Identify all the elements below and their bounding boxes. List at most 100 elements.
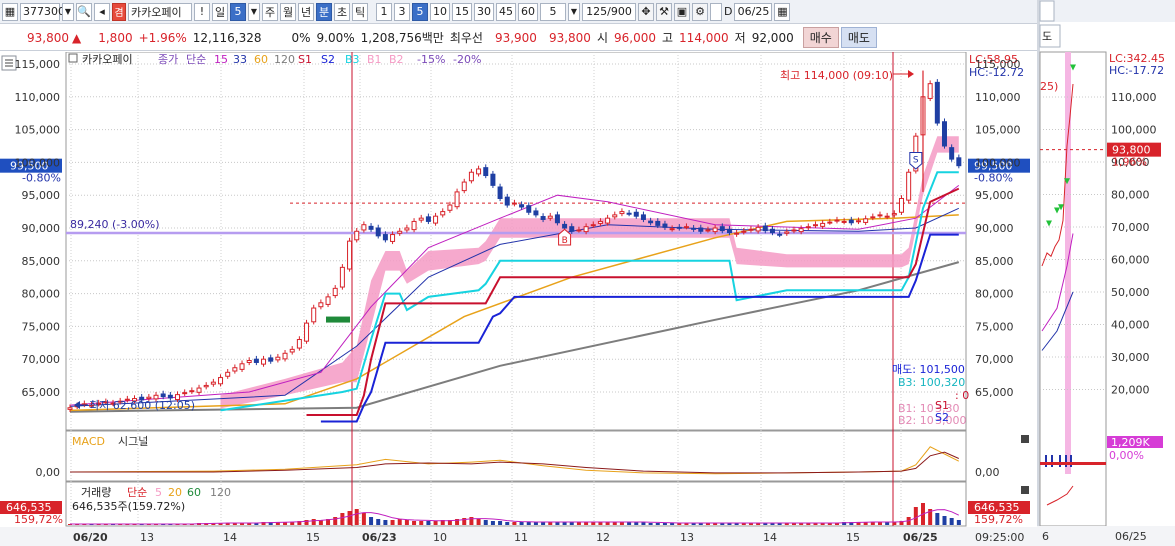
y-tick-right: 105,000 (975, 124, 1021, 137)
candle-body (798, 228, 804, 233)
mini-pct-fragment: 25) (1040, 80, 1058, 93)
period-dropdown-icon[interactable]: ▼ (248, 2, 260, 21)
volume-pct-left: 159,72% (14, 513, 63, 526)
count-dropdown-icon[interactable]: ▼ (568, 2, 580, 21)
stock-code-input[interactable]: 377300 (20, 2, 65, 21)
interval-button[interactable]: 1 (376, 2, 392, 21)
chart-type-icon[interactable]: ▦ (2, 2, 18, 21)
turnover-rate: 9.00% (316, 30, 355, 45)
macd-zero-right: 0,00 (975, 466, 1000, 479)
y-tick-right: 90,000 (975, 222, 1014, 235)
candle-body (820, 222, 826, 227)
period-button[interactable]: 월 (280, 2, 296, 21)
candle-body (648, 220, 654, 224)
period-button[interactable]: 초 (334, 2, 350, 21)
interval-button[interactable]: 30 (474, 2, 494, 21)
legend-item: 120 (274, 53, 295, 66)
period-button[interactable]: 주 (262, 2, 278, 21)
candle-body (67, 407, 73, 410)
tools-icon[interactable]: ⚒ (656, 2, 672, 21)
right-mini-chart[interactable]: 도110,000100,00090,00080,00070,00060,0005… (1037, 0, 1175, 546)
candle-body (562, 223, 568, 229)
y-tick-right: 115,000 (975, 58, 1021, 71)
candle-body (719, 226, 725, 232)
x-axis-label: 06/23 (362, 531, 397, 544)
mini-y-tick: 100,000 (1111, 124, 1157, 137)
calendar-icon[interactable]: ▦ (774, 2, 791, 21)
lock-icon[interactable]: ◂ (94, 2, 110, 21)
level-label: 89,240 (-3.00%) (70, 218, 159, 231)
candle-body (218, 377, 224, 385)
sell-button[interactable]: 매도 (840, 27, 877, 48)
interval-button[interactable]: 3 (394, 2, 410, 21)
x-axis-label: 10 (433, 531, 447, 544)
candle-body (325, 296, 331, 305)
candle-body (626, 212, 632, 215)
date-input[interactable]: 06/25 (734, 2, 773, 21)
price-legend: 카카오페이 종가 단순 15 33 60 120 S1 S2 B3 B1 B2 -15% -20% (68, 53, 481, 66)
candle-body (576, 229, 582, 232)
candle-body (461, 181, 467, 192)
volume-bar (433, 521, 438, 525)
volume-bar (505, 522, 510, 525)
candle-body (698, 227, 704, 232)
interval-button[interactable]: 5 (412, 2, 428, 21)
stock-name[interactable]: 카카오페이 (128, 2, 192, 21)
mini-x-axis-bg (1037, 526, 1175, 546)
y-tick-left: 90,000 (22, 222, 61, 235)
macd-zero-left: 0,00 (36, 466, 61, 479)
candle-body (354, 230, 360, 241)
candle-body (669, 228, 675, 231)
crosshair-icon[interactable]: ✥ (638, 2, 654, 21)
volume-bar (347, 511, 352, 525)
candle-body (748, 228, 754, 231)
trade-amount: 1,208,756백만 (360, 31, 444, 45)
main-chart[interactable]: S B 최고 114,000 (09:10) 최저 62,600 (12:05) 89,… (0, 52, 1037, 546)
candle-body (232, 367, 238, 372)
legend-item: B2 (389, 53, 404, 66)
x-axis-label: 11 (514, 531, 528, 544)
candle-body (662, 223, 668, 228)
candle-body (554, 214, 560, 224)
interval-button[interactable]: 15 (452, 2, 472, 21)
interval-button[interactable]: 60 (518, 2, 538, 21)
candle-body (726, 228, 732, 234)
mini-volume-bar (1070, 455, 1072, 467)
y-tick-left: 65,000 (22, 386, 61, 399)
buy-button[interactable]: 매수 (802, 27, 839, 48)
interval-button[interactable]: 45 (496, 2, 516, 21)
candle-body (533, 210, 539, 216)
volume-bar (490, 521, 495, 525)
candle-body (640, 214, 646, 220)
volume-bar (361, 513, 366, 525)
period-button[interactable]: 틱 (352, 2, 368, 21)
period-value[interactable]: 5 (230, 2, 246, 21)
gear-icon[interactable]: ⚙ (692, 2, 708, 21)
d-checkbox[interactable] (710, 2, 722, 21)
exclamation-button[interactable]: ! (194, 2, 210, 21)
volume-pct-right: 159,72% (974, 513, 1023, 526)
volume-legend-item: 60 (187, 486, 201, 499)
count-input[interactable]: 5 (540, 2, 566, 21)
volume-bar (913, 507, 918, 525)
volume-bar (419, 521, 424, 525)
save-icon[interactable]: ▣ (674, 2, 690, 21)
y-tick-right: 70,000 (975, 353, 1014, 366)
period-button[interactable]: 년 (298, 2, 314, 21)
interval-button[interactable]: 10 (430, 2, 450, 21)
candle-body (784, 231, 790, 234)
candle-body (497, 186, 503, 199)
period-button[interactable]: 분 (316, 2, 332, 21)
period-day-button[interactable]: 일 (212, 2, 228, 21)
code-dropdown-icon[interactable]: ▼ (62, 2, 74, 21)
candle-body (848, 219, 854, 224)
x-axis-label: 15 (846, 531, 860, 544)
search-icon[interactable]: 🔍 (76, 2, 92, 21)
candle-body (855, 220, 861, 223)
candle-body (411, 220, 417, 231)
y-tick-right: 110,000 (975, 91, 1021, 104)
candle-body (633, 211, 639, 217)
mini-x-label: 6 (1042, 530, 1049, 543)
y-tick-left: 70,000 (22, 353, 61, 366)
candle-body (834, 219, 840, 222)
